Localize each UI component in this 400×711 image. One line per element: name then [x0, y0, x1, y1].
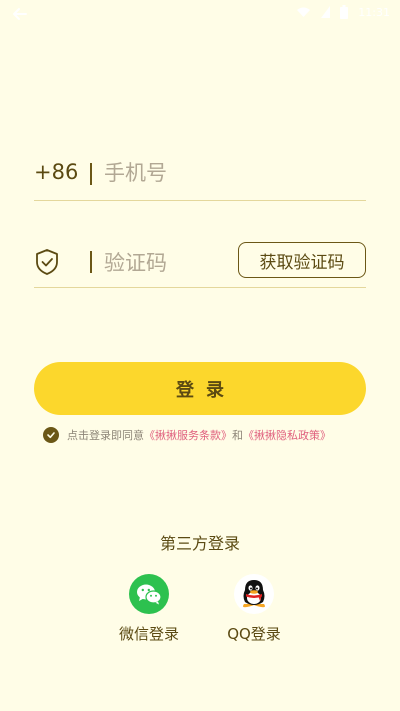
shield-icon: [36, 249, 58, 275]
wechat-login[interactable]: 微信登录: [104, 574, 194, 644]
battery-icon: [340, 5, 349, 19]
check-icon: [47, 432, 55, 439]
login-button[interactable]: 登录: [34, 362, 366, 415]
status-bar: 11:31: [0, 0, 400, 28]
country-code[interactable]: +86: [34, 160, 78, 184]
phone-input[interactable]: [104, 156, 354, 190]
status-icons: 11:31: [296, 5, 390, 19]
privacy-link[interactable]: 《揪揪隐私政策》: [243, 427, 331, 443]
agreement: 点击登录即同意 《揪揪服务条款》 和 《揪揪隐私政策》: [43, 426, 331, 444]
get-code-button[interactable]: 获取验证码: [238, 242, 366, 278]
qq-penguin-icon: [243, 580, 265, 608]
agreement-prefix: 点击登录即同意: [67, 429, 144, 442]
agreement-and: 和: [232, 429, 243, 442]
qq-login-label: QQ登录: [227, 625, 281, 643]
phone-divider: [90, 163, 92, 185]
agreement-checkbox[interactable]: [43, 427, 59, 443]
verification-row: 获取验证码: [34, 236, 366, 288]
wechat-icon[interactable]: [129, 574, 169, 614]
back-arrow-icon[interactable]: [12, 6, 28, 22]
terms-link[interactable]: 《揪揪服务条款》: [144, 427, 232, 443]
signal-icon: [321, 6, 331, 18]
qq-icon[interactable]: [234, 574, 274, 614]
code-divider: [90, 251, 92, 273]
qq-login[interactable]: QQ登录: [209, 574, 299, 644]
phone-row: +86: [34, 150, 366, 201]
wechat-login-label: 微信登录: [118, 625, 179, 643]
wifi-icon: [297, 7, 311, 17]
wechat-glyph-icon: [137, 584, 162, 605]
verification-code-input[interactable]: [104, 246, 224, 280]
status-time: 11:31: [358, 5, 390, 19]
third-party-title: 第三方登录: [159, 534, 240, 553]
